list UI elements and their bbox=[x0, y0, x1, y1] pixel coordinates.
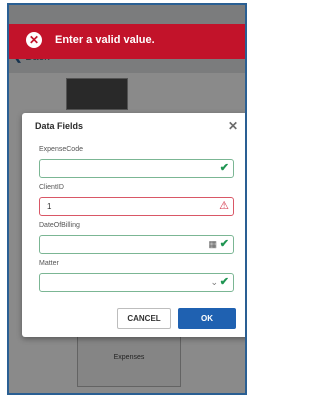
expensecode-input[interactable]: ✔ bbox=[39, 159, 234, 178]
warning-icon: ⚠ bbox=[219, 200, 229, 212]
clientid-input[interactable]: 1 ⚠ bbox=[39, 197, 234, 216]
check-icon: ✔ bbox=[219, 162, 229, 174]
field-label-matter: Matter bbox=[39, 260, 59, 267]
dateofbilling-input[interactable]: ▦ ✔ bbox=[39, 235, 234, 254]
check-icon: ✔ bbox=[219, 276, 229, 288]
field-label-dateofbilling: DateOfBilling bbox=[39, 222, 80, 229]
matter-dropdown[interactable]: ⌄ ✔ bbox=[39, 273, 234, 292]
error-x-icon: ✕ bbox=[26, 32, 42, 48]
cancel-button[interactable]: CANCEL bbox=[117, 308, 171, 329]
toast-message: Enter a valid value. bbox=[55, 34, 155, 46]
chevron-down-icon[interactable]: ⌄ bbox=[210, 274, 218, 291]
field-label-clientid: ClientID bbox=[39, 184, 64, 191]
close-icon[interactable]: ✕ bbox=[228, 119, 238, 133]
error-toast: ✕ Enter a valid value. bbox=[9, 24, 245, 59]
ok-button[interactable]: OK bbox=[178, 308, 236, 329]
check-icon: ✔ bbox=[219, 238, 229, 250]
app-frame: ❮Back Discard Expenses ✕ Enter a valid v… bbox=[7, 3, 247, 395]
calendar-icon[interactable]: ▦ bbox=[208, 236, 217, 253]
clientid-value: 1 bbox=[47, 202, 52, 211]
data-fields-dialog: Data Fields ✕ ExpenseCode ✔ ClientID 1 ⚠… bbox=[22, 113, 245, 337]
field-label-expensecode: ExpenseCode bbox=[39, 146, 83, 153]
dialog-title: Data Fields bbox=[35, 121, 84, 131]
